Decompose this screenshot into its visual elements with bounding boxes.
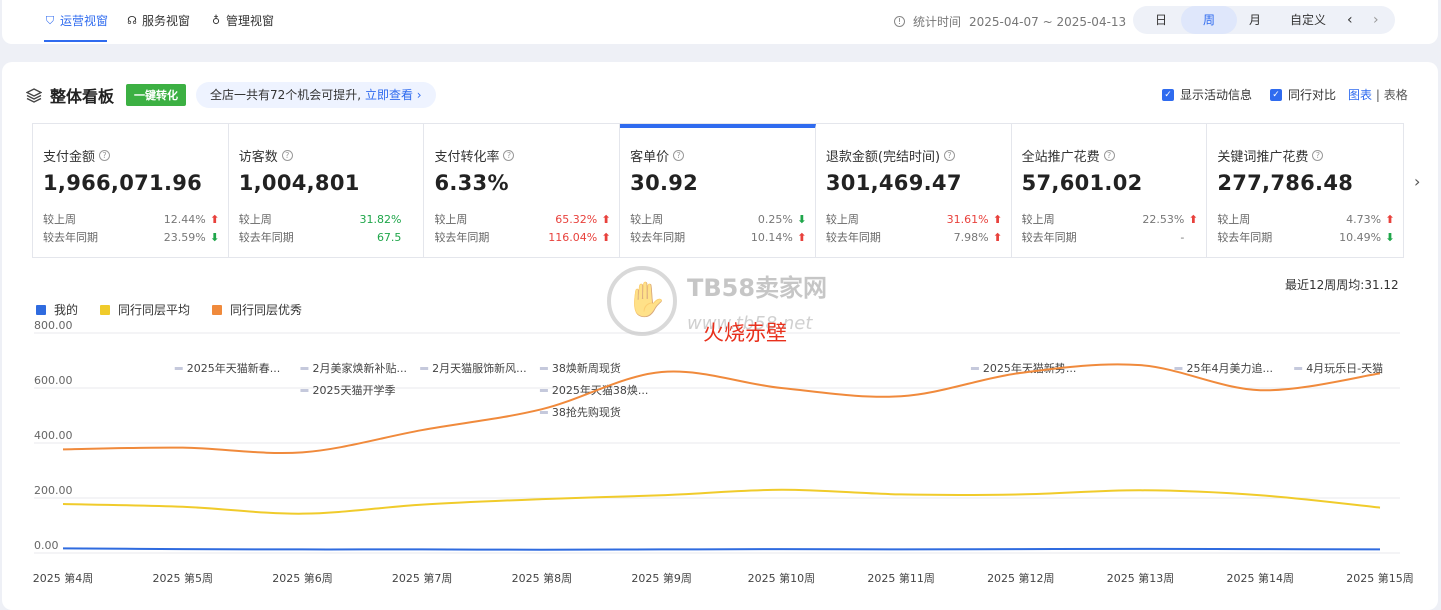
y-tick-label: 400.00 — [34, 429, 73, 442]
x-tick-label: 2025 第14周 — [1227, 571, 1295, 585]
activity-annotation[interactable]: 38焕新周现货 — [552, 361, 621, 375]
hand-logo-icon — [607, 266, 677, 336]
overlay-text: 火烧赤壁 — [703, 321, 787, 345]
activity-annotation[interactable]: 2月天猫服饰新风... — [432, 361, 527, 375]
series-line-0 — [62, 547, 1381, 551]
annotation-marker — [539, 389, 548, 392]
x-tick-label: 2025 第4周 — [33, 571, 94, 585]
annotation-marker — [1174, 367, 1183, 370]
y-tick-label: 200.00 — [34, 484, 73, 497]
annotation-marker — [420, 367, 429, 370]
x-tick-label: 2025 第15周 — [1346, 571, 1414, 585]
x-tick-label: 2025 第9周 — [631, 571, 692, 585]
annotation-marker — [300, 389, 309, 392]
y-tick-label: 800.00 — [34, 319, 73, 332]
x-tick-label: 2025 第7周 — [392, 571, 453, 585]
annotation-marker — [1294, 367, 1303, 370]
x-tick-label: 2025 第12周 — [987, 571, 1055, 585]
x-tick-label: 2025 第6周 — [272, 571, 333, 585]
annotation-marker — [300, 367, 309, 370]
annotation-marker — [174, 367, 183, 370]
series-line-2 — [62, 363, 1381, 455]
x-tick-label: 2025 第5周 — [152, 571, 213, 585]
x-tick-label: 2025 第8周 — [512, 571, 573, 585]
y-tick-label: 600.00 — [34, 374, 73, 387]
series-line-1 — [62, 488, 1381, 515]
activity-annotation[interactable]: 2025年天猫新春... — [187, 361, 280, 375]
activity-annotation[interactable]: 38抢先购现货 — [552, 405, 621, 419]
x-tick-label: 2025 第11周 — [867, 571, 935, 585]
annotation-marker — [970, 367, 979, 370]
activity-annotation[interactable]: 2月美家焕新补贴... — [312, 361, 407, 375]
annotation-marker — [539, 411, 548, 414]
activity-annotation[interactable]: 25年4月美力追... — [1186, 361, 1273, 375]
x-tick-label: 2025 第13周 — [1107, 571, 1175, 585]
activity-annotation[interactable]: 4月玩乐日-天猫 — [1306, 362, 1383, 375]
annotation-marker — [539, 367, 548, 370]
watermark-brand: TB58卖家网 — [687, 274, 828, 302]
x-tick-label: 2025 第10周 — [748, 571, 816, 585]
activity-annotation[interactable]: 2025天猫开学季 — [312, 383, 395, 397]
y-tick-label: 0.00 — [34, 539, 59, 552]
